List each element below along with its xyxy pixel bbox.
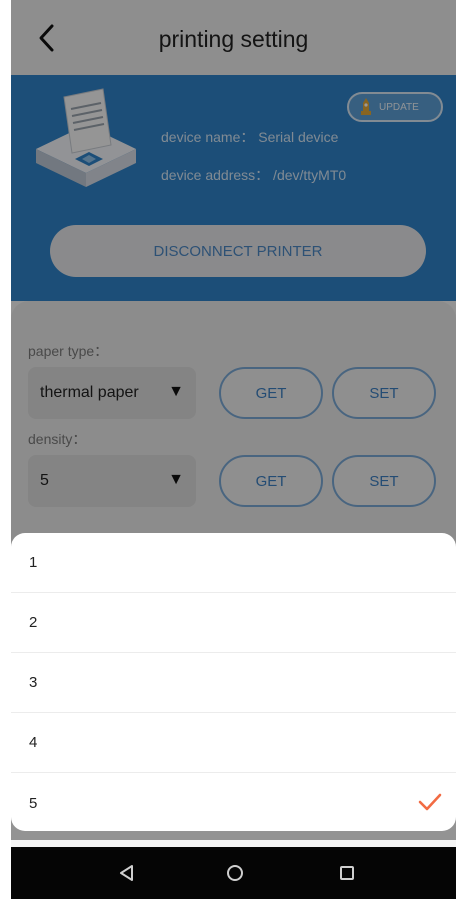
system-nav-bar xyxy=(11,847,456,899)
picker-option-label: 2 xyxy=(29,614,38,631)
triangle-back-icon xyxy=(120,865,133,881)
square-recents-icon xyxy=(340,866,354,880)
picker-option-label: 4 xyxy=(29,734,38,751)
circle-home-icon xyxy=(227,865,243,881)
nav-back-button[interactable] xyxy=(111,857,143,889)
picker-option[interactable]: 1 xyxy=(11,533,456,593)
nav-home-button[interactable] xyxy=(219,857,251,889)
app-frame: printing setting UPDATE device name： Ser… xyxy=(11,0,456,899)
density-picker-sheet: 1 2 3 4 5 xyxy=(11,533,456,831)
picker-option[interactable]: 3 xyxy=(11,653,456,713)
picker-option-selected[interactable]: 5 xyxy=(11,773,456,831)
picker-option[interactable]: 2 xyxy=(11,593,456,653)
checkmark-icon xyxy=(418,793,442,811)
picker-option-label: 5 xyxy=(29,794,38,812)
picker-option-label: 1 xyxy=(29,554,38,571)
picker-option[interactable]: 4 xyxy=(11,713,456,773)
nav-recents-button[interactable] xyxy=(331,857,363,889)
picker-option-label: 3 xyxy=(29,674,38,691)
